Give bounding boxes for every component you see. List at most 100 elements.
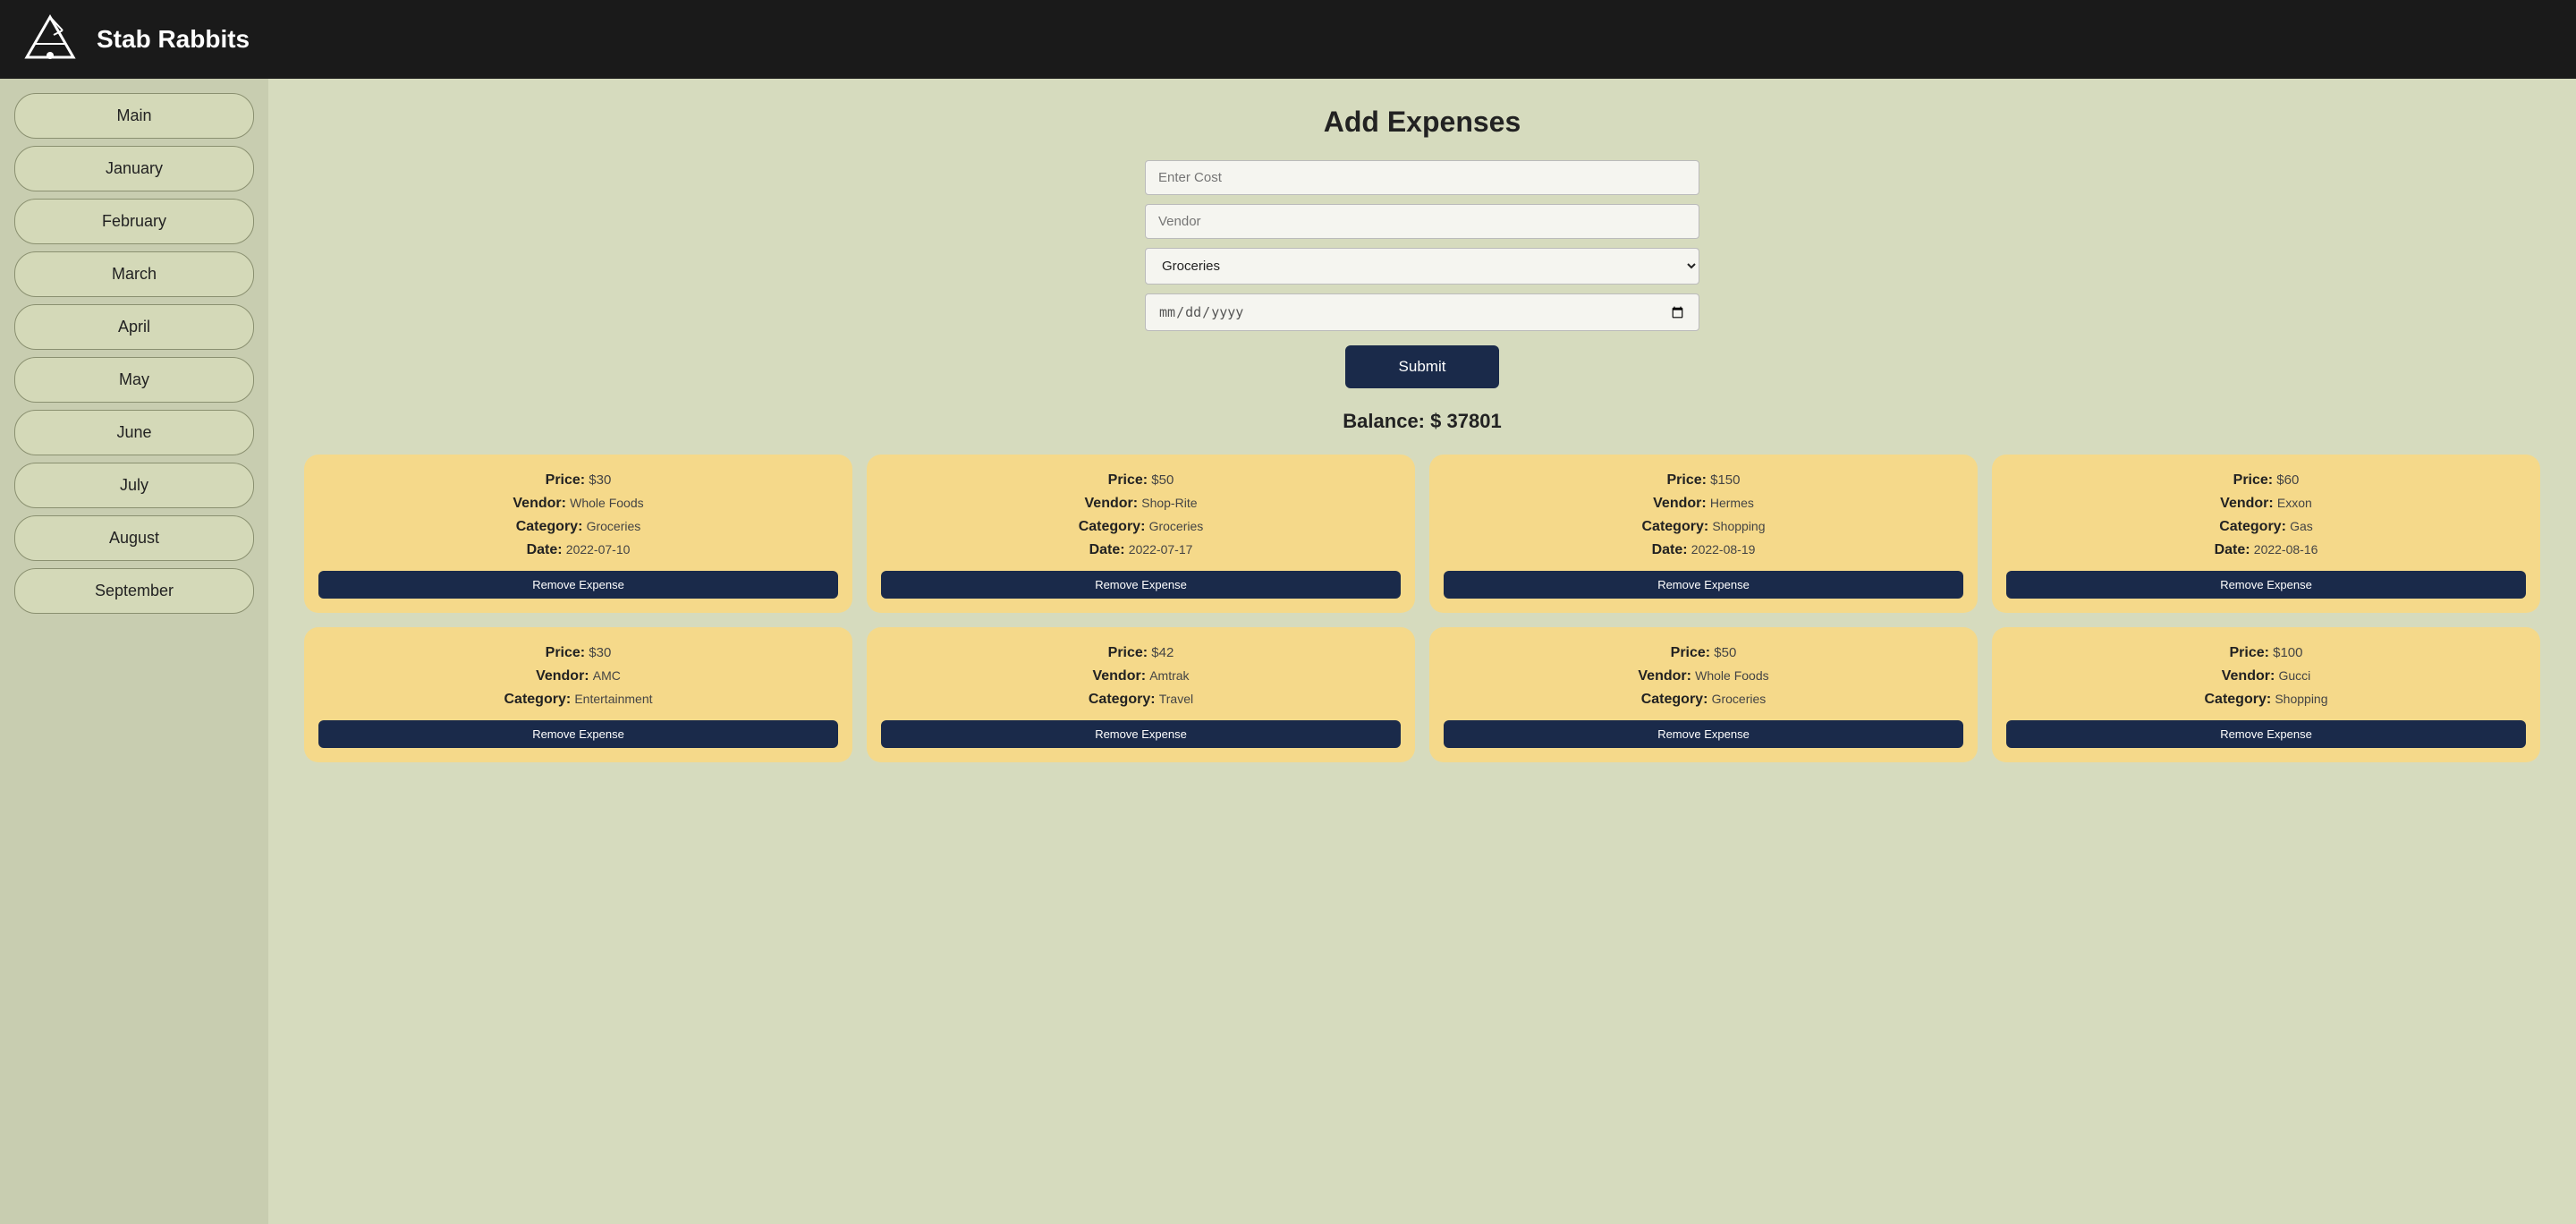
app-header: Stab Rabbits <box>0 0 2576 79</box>
card-date-row: Date: 2022-08-19 <box>1444 542 1963 558</box>
category-label: Category: <box>1641 519 1708 534</box>
card-category-row: Category: Entertainment <box>318 692 838 708</box>
app-title: Stab Rabbits <box>97 25 250 54</box>
category-value: Travel <box>1159 692 1193 706</box>
date-label: Date: <box>527 542 563 557</box>
main-content: Add Expenses GroceriesShoppingGasEnterta… <box>268 79 2576 1224</box>
remove-expense-button[interactable]: Remove Expense <box>318 571 838 599</box>
date-value: 2022-08-19 <box>1691 542 1756 557</box>
expense-form: GroceriesShoppingGasEntertainmentTravel … <box>1145 160 1699 388</box>
sidebar-item-july[interactable]: July <box>14 463 254 508</box>
sidebar-item-april[interactable]: April <box>14 304 254 350</box>
price-value: $30 <box>589 645 611 660</box>
card-vendor-row: Vendor: Amtrak <box>881 668 1401 684</box>
price-value: $50 <box>1714 645 1736 660</box>
price-value: $42 <box>1151 645 1174 660</box>
sidebar-item-january[interactable]: January <box>14 146 254 191</box>
vendor-value: Hermes <box>1710 496 1754 510</box>
balance-amount: 37801 <box>1447 410 1502 432</box>
card-category-row: Category: Groceries <box>881 519 1401 535</box>
remove-expense-button[interactable]: Remove Expense <box>881 720 1401 748</box>
category-label: Category: <box>504 692 571 707</box>
remove-expense-button[interactable]: Remove Expense <box>881 571 1401 599</box>
category-value: Groceries <box>587 519 641 533</box>
price-value: $50 <box>1151 472 1174 488</box>
vendor-label: Vendor: <box>2222 668 2275 684</box>
card-category-row: Category: Shopping <box>1444 519 1963 535</box>
price-value: $150 <box>1710 472 1740 488</box>
expense-card: Price: $50 Vendor: Shop-Rite Category: G… <box>867 455 1415 613</box>
date-label: Date: <box>1652 542 1688 557</box>
card-vendor-row: Vendor: Hermes <box>1444 496 1963 512</box>
price-label: Price: <box>546 645 585 660</box>
vendor-input[interactable] <box>1145 204 1699 239</box>
sidebar-item-september[interactable]: September <box>14 568 254 614</box>
sidebar-item-august[interactable]: August <box>14 515 254 561</box>
card-date-row: Date: 2022-08-16 <box>2006 542 2526 558</box>
sidebar-item-main[interactable]: Main <box>14 93 254 139</box>
card-vendor-row: Vendor: Shop-Rite <box>881 496 1401 512</box>
card-category-row: Category: Travel <box>881 692 1401 708</box>
remove-expense-button[interactable]: Remove Expense <box>2006 720 2526 748</box>
card-category-row: Category: Shopping <box>2006 692 2526 708</box>
vendor-value: Whole Foods <box>570 496 643 510</box>
logo-area: Stab Rabbits <box>18 13 250 66</box>
category-select[interactable]: GroceriesShoppingGasEntertainmentTravel <box>1145 248 1699 285</box>
expense-grid: Price: $30 Vendor: Whole Foods Category:… <box>304 455 2540 762</box>
submit-button[interactable]: Submit <box>1345 345 1500 388</box>
category-label: Category: <box>2219 519 2286 534</box>
category-value: Entertainment <box>574 692 652 706</box>
cost-input[interactable] <box>1145 160 1699 195</box>
card-price-row: Price: $30 <box>318 645 838 661</box>
category-value: Groceries <box>1149 519 1204 533</box>
price-label: Price: <box>546 472 585 488</box>
vendor-value: Exxon <box>2277 496 2312 510</box>
card-vendor-row: Vendor: Whole Foods <box>1444 668 1963 684</box>
remove-expense-button[interactable]: Remove Expense <box>318 720 838 748</box>
card-category-row: Category: Groceries <box>1444 692 1963 708</box>
page-title: Add Expenses <box>304 106 2540 139</box>
expense-card: Price: $60 Vendor: Exxon Category: Gas D… <box>1992 455 2540 613</box>
card-vendor-row: Vendor: Exxon <box>2006 496 2526 512</box>
card-price-row: Price: $50 <box>1444 645 1963 661</box>
remove-expense-button[interactable]: Remove Expense <box>1444 720 1963 748</box>
vendor-label: Vendor: <box>2220 496 2274 511</box>
sidebar-item-february[interactable]: February <box>14 199 254 244</box>
balance-display: Balance: $ 37801 <box>304 410 2540 433</box>
vendor-value: AMC <box>593 668 621 683</box>
sidebar-item-may[interactable]: May <box>14 357 254 403</box>
card-vendor-row: Vendor: AMC <box>318 668 838 684</box>
category-label: Category: <box>516 519 583 534</box>
expense-card: Price: $30 Vendor: Whole Foods Category:… <box>304 455 852 613</box>
remove-expense-button[interactable]: Remove Expense <box>1444 571 1963 599</box>
remove-expense-button[interactable]: Remove Expense <box>2006 571 2526 599</box>
vendor-label: Vendor: <box>1638 668 1691 684</box>
card-category-row: Category: Groceries <box>318 519 838 535</box>
expense-card: Price: $42 Vendor: Amtrak Category: Trav… <box>867 627 1415 762</box>
price-value: $100 <box>2273 645 2302 660</box>
sidebar-item-june[interactable]: June <box>14 410 254 455</box>
sidebar-item-march[interactable]: March <box>14 251 254 297</box>
expense-card: Price: $100 Vendor: Gucci Category: Shop… <box>1992 627 2540 762</box>
category-value: Shopping <box>1712 519 1765 533</box>
price-value: $60 <box>2276 472 2299 488</box>
category-value: Gas <box>2290 519 2313 533</box>
vendor-label: Vendor: <box>1085 496 1139 511</box>
card-price-row: Price: $50 <box>881 472 1401 489</box>
expense-card: Price: $50 Vendor: Whole Foods Category:… <box>1429 627 1978 762</box>
card-price-row: Price: $42 <box>881 645 1401 661</box>
vendor-label: Vendor: <box>1092 668 1146 684</box>
card-price-row: Price: $150 <box>1444 472 1963 489</box>
price-label: Price: <box>1108 645 1148 660</box>
category-label: Category: <box>1641 692 1708 707</box>
expense-card: Price: $150 Vendor: Hermes Category: Sho… <box>1429 455 1978 613</box>
card-date-row: Date: 2022-07-17 <box>881 542 1401 558</box>
date-label: Date: <box>2215 542 2250 557</box>
date-value: 2022-08-16 <box>2254 542 2318 557</box>
date-input[interactable] <box>1145 293 1699 331</box>
category-label: Category: <box>1089 692 1156 707</box>
price-label: Price: <box>1671 645 1710 660</box>
balance-currency: $ <box>1430 410 1441 432</box>
logo-icon <box>18 13 82 66</box>
category-value: Groceries <box>1712 692 1767 706</box>
